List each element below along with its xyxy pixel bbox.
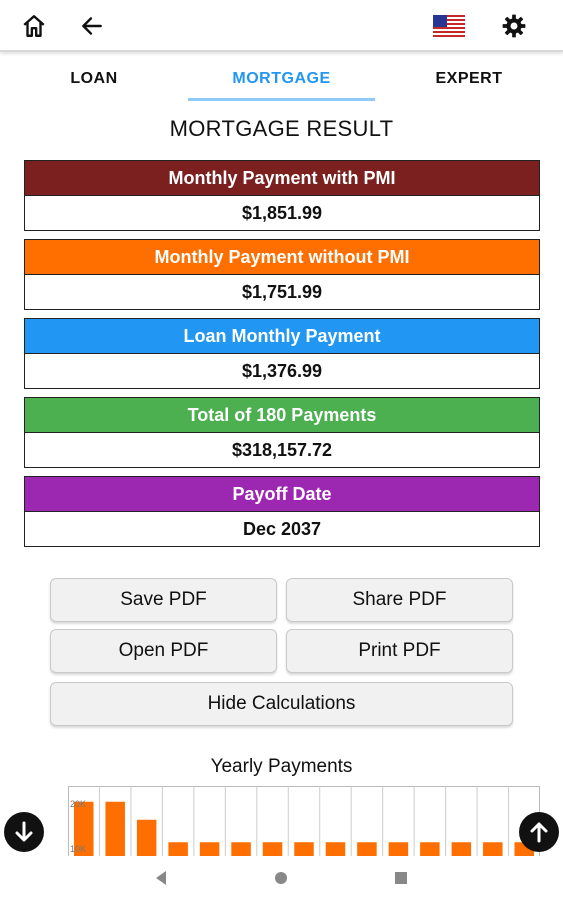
- result-card-loan-payment: Loan Monthly Payment $1,376.99: [24, 318, 540, 389]
- result-value: $1,851.99: [25, 195, 539, 230]
- arrow-left-icon[interactable]: [76, 10, 108, 42]
- save-pdf-button[interactable]: Save PDF: [50, 578, 277, 622]
- app-bar: [0, 0, 563, 52]
- result-value: Dec 2037: [25, 511, 539, 546]
- us-flag-icon[interactable]: [432, 10, 466, 42]
- arrow-down-icon[interactable]: [4, 812, 44, 852]
- result-label: Total of 180 Payments: [25, 398, 539, 432]
- share-pdf-button[interactable]: Share PDF: [286, 578, 513, 622]
- nav-home-icon[interactable]: [274, 871, 288, 890]
- nav-recents-icon[interactable]: [394, 871, 408, 890]
- tab-mortgage[interactable]: MORTGAGE: [188, 56, 375, 102]
- gear-icon[interactable]: [498, 10, 530, 42]
- home-icon[interactable]: [18, 10, 50, 42]
- result-card-no-pmi: Monthly Payment without PMI $1,751.99: [24, 239, 540, 310]
- result-card-total-payments: Total of 180 Payments $318,157.72: [24, 397, 540, 468]
- hide-calculations-button[interactable]: Hide Calculations: [50, 682, 513, 726]
- active-tab-indicator: [188, 98, 375, 101]
- result-label: Monthly Payment without PMI: [25, 240, 539, 274]
- result-card-payoff-date: Payoff Date Dec 2037: [24, 476, 540, 547]
- result-value: $318,157.72: [25, 432, 539, 467]
- tab-bar: LOAN MORTGAGE EXPERT: [0, 56, 563, 102]
- result-label: Payoff Date: [25, 477, 539, 511]
- chart-y-tick-label: 10K: [70, 844, 86, 854]
- tab-expert[interactable]: EXPERT: [375, 56, 563, 102]
- result-value: $1,751.99: [25, 274, 539, 309]
- nav-back-icon[interactable]: [154, 870, 168, 891]
- result-card-pmi: Monthly Payment with PMI $1,851.99: [24, 160, 540, 231]
- page-title: MORTGAGE RESULT: [169, 116, 394, 141]
- chart-bar: [105, 801, 125, 858]
- result-label: Monthly Payment with PMI: [25, 161, 539, 195]
- result-value: $1,376.99: [25, 353, 539, 388]
- arrow-up-icon[interactable]: [519, 812, 559, 852]
- chart-title: Yearly Payments: [210, 756, 353, 777]
- yearly-payments-chart: 20K 10K: [68, 786, 540, 858]
- chart-y-tick-label: 20K: [70, 799, 86, 809]
- result-label: Loan Monthly Payment: [25, 319, 539, 353]
- open-pdf-button[interactable]: Open PDF: [50, 629, 277, 673]
- print-pdf-button[interactable]: Print PDF: [286, 629, 513, 673]
- system-nav-bar: [0, 856, 563, 900]
- tab-loan[interactable]: LOAN: [0, 56, 188, 102]
- chart-bar: [136, 819, 157, 858]
